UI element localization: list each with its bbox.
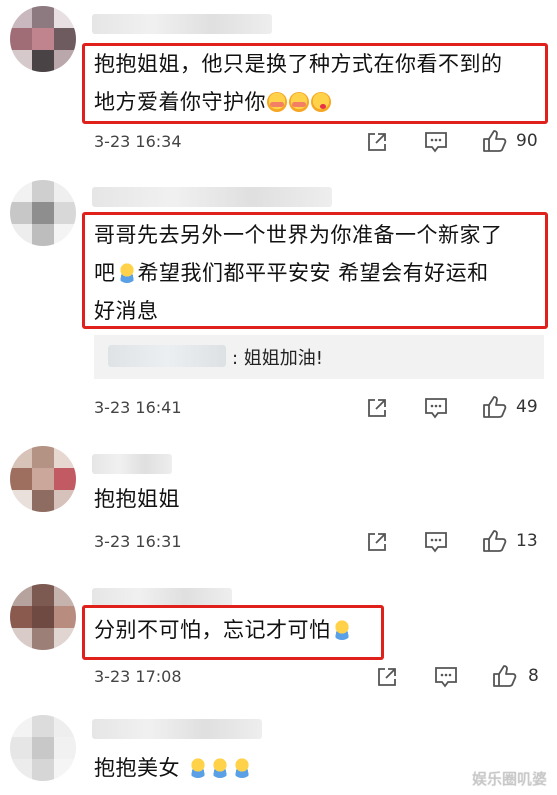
reply-text: : 姐姐加油!: [232, 348, 324, 369]
comment-item: 哥哥先去另外一个世界为你准备一个新家了 吧希望我们都平平安安 希望会有好运和 好…: [0, 175, 557, 440]
comment-text: 分别不可怕，忘记才可怕: [94, 611, 353, 649]
timestamp: 3-23 16:41: [94, 398, 182, 417]
comment-text: 抱抱姐姐，他只是换了种方式在你看不到的 地方爱着你守护你: [94, 45, 503, 121]
timestamp: 3-23 16:34: [94, 132, 182, 151]
comment-item: 抱抱姐姐，他只是换了种方式在你看不到的 地方爱着你守护你 3-23 16:34 …: [0, 0, 557, 175]
comment-line: 好消息: [94, 299, 159, 323]
comment-icon[interactable]: [424, 397, 448, 422]
like-count: 8: [528, 666, 539, 686]
comment-line: 抱抱美女: [94, 749, 253, 787]
username[interactable]: [92, 14, 272, 34]
comment-icon[interactable]: [424, 131, 448, 156]
avatar[interactable]: [10, 584, 76, 650]
share-icon[interactable]: [366, 397, 388, 422]
share-icon[interactable]: [366, 131, 388, 156]
thumbs-up-icon[interactable]: [482, 395, 508, 422]
avatar[interactable]: [10, 446, 76, 512]
avatar[interactable]: [10, 6, 76, 72]
avatar[interactable]: [10, 715, 76, 781]
thumbs-up-icon[interactable]: [492, 664, 518, 691]
comment-line: 抱抱姐姐，他只是换了种方式在你看不到的: [94, 52, 503, 76]
like-count: 90: [516, 131, 538, 151]
comment-icon[interactable]: [434, 666, 458, 691]
comment-icon[interactable]: [424, 531, 448, 556]
username[interactable]: [92, 719, 262, 739]
username[interactable]: [92, 187, 332, 207]
comment-item: 抱抱姐姐 3-23 16:31 13: [0, 440, 557, 570]
reply-username[interactable]: [108, 345, 226, 367]
like-count: 13: [516, 531, 538, 551]
comment-line: 吧希望我们都平平安安 希望会有好运和: [94, 261, 489, 285]
username[interactable]: [92, 454, 172, 474]
comment-text: 哥哥先去另外一个世界为你准备一个新家了 吧希望我们都平平安安 希望会有好运和 好…: [94, 216, 503, 330]
comment-text: 抱抱美女: [94, 749, 253, 787]
comment-line: 地方爱着你守护你: [94, 83, 503, 121]
thumbs-up-icon[interactable]: [482, 129, 508, 156]
comment-line: 抱抱姐姐: [94, 487, 180, 511]
comment-line: 哥哥先去另外一个世界为你准备一个新家了: [94, 223, 503, 247]
blush-emoji-icon: [267, 92, 287, 112]
comment-text: 抱抱姐姐: [94, 480, 180, 518]
comment-item: 分别不可怕，忘记才可怕 3-23 17:08 8: [0, 570, 557, 705]
watermark: 娱乐圈叽婆: [471, 770, 547, 788]
hug-emoji-icon: [210, 758, 231, 778]
like-count: 49: [516, 397, 538, 417]
hug-emoji-icon: [116, 263, 137, 283]
comment-line: 分别不可怕，忘记才可怕: [94, 611, 353, 649]
blush-emoji-icon: [289, 92, 309, 112]
hug-emoji-icon: [232, 758, 253, 778]
avatar[interactable]: [10, 180, 76, 246]
timestamp: 3-23 17:08: [94, 667, 182, 686]
share-icon[interactable]: [366, 531, 388, 556]
thumbs-up-icon[interactable]: [482, 529, 508, 556]
timestamp: 3-23 16:31: [94, 532, 182, 551]
share-icon[interactable]: [376, 666, 398, 691]
hug-emoji-icon: [188, 758, 209, 778]
kiss-emoji-icon: [311, 92, 331, 112]
reply-preview[interactable]: : 姐姐加油!: [94, 335, 544, 379]
hug-emoji-icon: [331, 620, 352, 640]
